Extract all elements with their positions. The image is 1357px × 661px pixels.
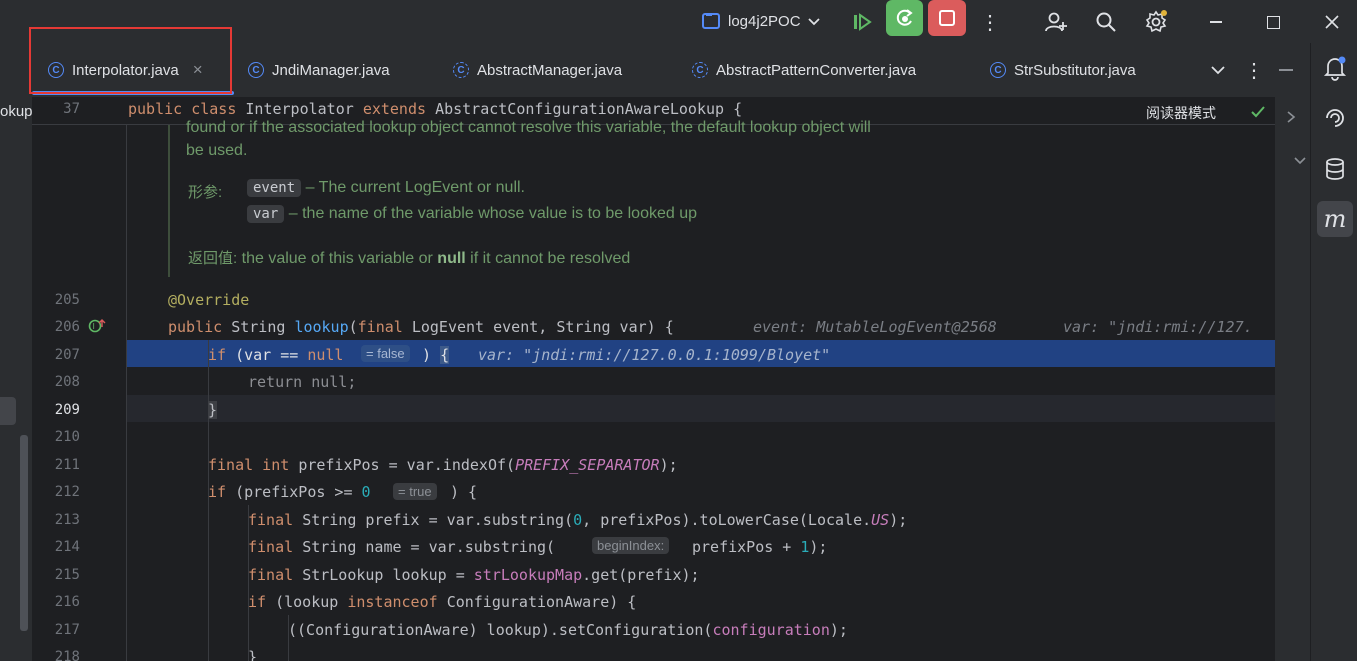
tab-strsubstitutor[interactable]: C StrSubstitutor.java — [990, 43, 1136, 97]
left-panel: okup — [0, 97, 33, 661]
code-line: final int prefixPos = var.indexOf(PREFIX… — [208, 456, 678, 474]
inline-debug-hint: var: "jndi:rmi://127. — [1063, 318, 1253, 336]
editor-right-gutter — [1275, 97, 1310, 661]
line-number: 206 — [54, 319, 80, 335]
code-line: ((ConfigurationAware) lookup).setConfigu… — [288, 621, 848, 639]
stop-button[interactable] — [928, 0, 966, 36]
code-line: if (prefixPos >= 0 — [208, 483, 371, 501]
line-number: 205 — [54, 292, 80, 308]
ai-assistant-icon[interactable] — [1323, 106, 1347, 130]
doc-param: var – the name of the variable whose val… — [247, 205, 697, 223]
minimize-icon[interactable] — [1202, 8, 1230, 36]
code-line: if (lookup instanceof ConfigurationAware… — [248, 593, 637, 611]
left-panel-selection — [0, 397, 16, 425]
reader-mode-button[interactable]: 阅读器模式 — [1146, 103, 1216, 123]
line-number: 210 — [54, 429, 80, 445]
line-number: 37 — [63, 101, 80, 117]
tab-jndimanager[interactable]: C JndiManager.java — [248, 43, 390, 97]
code-line: } — [248, 648, 258, 661]
tab-abstractpatternconverter[interactable]: C AbstractPatternConverter.java — [692, 43, 916, 97]
override-method-icon[interactable]: I — [88, 318, 106, 334]
abstract-class-icon: C — [692, 62, 708, 78]
code-editor[interactable]: 37 public class Interpolator extends Abs… — [32, 97, 1275, 661]
tab-label: JndiManager.java — [272, 61, 390, 79]
class-icon: C — [248, 62, 264, 78]
doc-param: event – The current LogEvent or null. — [247, 179, 525, 197]
code-line: prefixPos + 1); — [692, 538, 828, 556]
line-number: 208 — [54, 374, 80, 390]
left-panel-scrollbar[interactable] — [20, 435, 28, 631]
code-line: @Override — [168, 291, 250, 309]
value-hint: = true — [393, 483, 437, 500]
notifications-icon[interactable] — [1323, 55, 1347, 81]
code-line: if (var == null — [208, 346, 344, 364]
parameter-hint: beginIndex: — [592, 537, 670, 554]
settings-icon[interactable] — [1142, 8, 1170, 36]
line-number: 216 — [54, 594, 80, 610]
abstract-class-icon: C — [453, 62, 469, 78]
code-line: final String name = var.substring( — [248, 538, 556, 556]
doc-line: be used. — [186, 142, 248, 159]
chevron-down-icon — [807, 18, 820, 26]
doc-return: 返回值: the value of this variable or null … — [188, 250, 631, 267]
svg-text:I: I — [93, 322, 95, 331]
indent-guide — [126, 125, 127, 661]
code-line: ) { — [450, 483, 478, 501]
line-number: 218 — [54, 649, 80, 661]
code-line: return null; — [248, 373, 357, 391]
minimize-panel-icon[interactable] — [1279, 69, 1293, 71]
maximize-icon[interactable] — [1259, 8, 1287, 36]
code-line: final StrLookup lookup = strLookupMap.ge… — [248, 566, 700, 584]
inline-debug-hint: event: MutableLogEvent@2568 — [753, 318, 997, 336]
tab-label: AbstractPatternConverter.java — [716, 61, 917, 79]
project-selector[interactable]: log4j2POC — [702, 7, 821, 35]
search-icon[interactable] — [1092, 8, 1120, 36]
left-panel-text: okup — [0, 103, 33, 120]
tab-label: StrSubstitutor.java — [1014, 61, 1136, 79]
maven-tool-button[interactable]: m — [1317, 201, 1353, 237]
code-line: ) { — [422, 346, 450, 364]
doc-line: found or if the associated lookup object… — [186, 119, 871, 136]
highlight-box — [29, 27, 232, 94]
check-icon — [1251, 106, 1265, 118]
database-icon[interactable] — [1324, 157, 1346, 181]
close-icon[interactable] — [1318, 8, 1346, 36]
line-number: 215 — [54, 567, 80, 583]
stop-icon — [939, 10, 955, 26]
value-hint: = false — [361, 345, 410, 362]
javadoc-bar — [168, 125, 170, 277]
line-number: 211 — [54, 457, 80, 473]
line-number: 214 — [54, 539, 80, 555]
class-icon: C — [990, 62, 1006, 78]
code-line: public String lookup(final LogEvent even… — [168, 318, 692, 336]
more-vert-icon[interactable]: ⋮ — [976, 8, 1004, 36]
debug-refresh-button[interactable] — [886, 0, 923, 36]
more-vert-icon[interactable]: ⋮ — [1244, 58, 1264, 83]
tab-abstractmanager[interactable]: C AbstractManager.java — [453, 43, 622, 97]
code-line: } — [208, 401, 218, 419]
project-name: log4j2POC — [728, 12, 801, 30]
debug-refresh-icon — [896, 9, 913, 26]
line-number: 217 — [54, 622, 80, 638]
chevron-right-icon[interactable] — [1285, 110, 1297, 124]
chevron-down-icon[interactable] — [1293, 155, 1307, 167]
line-number: 212 — [54, 484, 80, 500]
resume-icon[interactable] — [848, 8, 876, 36]
doc-params-label: 形参: — [188, 184, 223, 201]
right-tool-strip: m — [1310, 43, 1357, 661]
line-number: 207 — [54, 347, 80, 363]
maven-icon: m — [1323, 205, 1347, 233]
line-number: 213 — [54, 512, 80, 528]
code-line: final String prefix = var.substring(0, p… — [248, 511, 908, 529]
project-icon — [702, 13, 720, 29]
add-user-icon[interactable] — [1042, 8, 1070, 36]
chevron-down-icon[interactable] — [1210, 62, 1226, 78]
inline-debug-hint: var: "jndi:rmi://127.0.0.1:1099/Bloyet" — [478, 346, 831, 364]
sticky-code: public class Interpolator extends Abstra… — [128, 100, 743, 118]
caret-line-highlight — [126, 395, 1275, 422]
line-number: 209 — [54, 402, 80, 418]
tab-label: AbstractManager.java — [477, 61, 623, 79]
